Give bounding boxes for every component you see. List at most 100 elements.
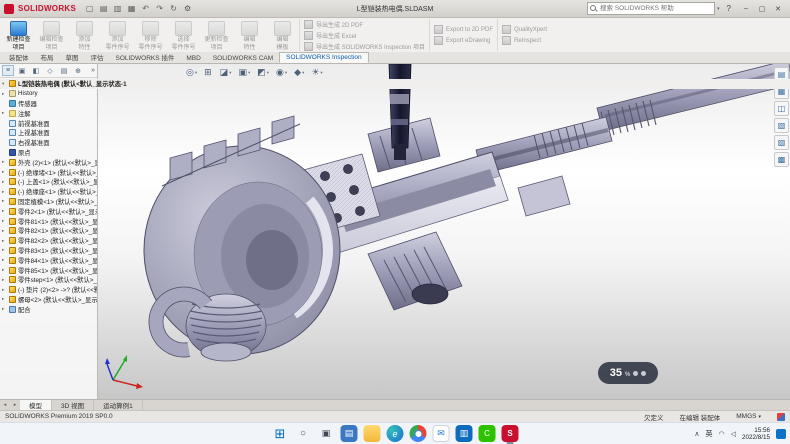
tree-item[interactable]: ▸ 零件2<1> (默认<<默认>_显示状态 [0,206,97,216]
recorder-battery-badge[interactable]: 35 % [598,362,658,384]
view-tool-button[interactable]: ◩ ▾ [257,67,269,78]
taskbar-app-icon[interactable]: C [479,425,496,442]
ribbon-tab[interactable]: SOLIDWORKS 插件 [110,51,181,63]
taskbar-app-icon[interactable] [364,425,381,442]
tree-item[interactable]: ▸ 注解 [0,108,97,118]
tree-item[interactable]: 传感器 [0,99,97,109]
ribbon-button[interactable]: 更新检查 项目 [200,19,233,51]
window-button[interactable]: ▢ [754,2,770,16]
ribbon-button[interactable]: 编辑 特性 [233,19,266,51]
ribbon-button[interactable]: 编辑检查 项目 [35,19,68,51]
quick-tool-icon[interactable]: ⚙ [182,4,193,13]
tree-item[interactable]: ▸ 零件step<1> (默认<<默认>_显 [0,275,97,285]
3d-viewport[interactable] [0,64,790,399]
quick-tool-icon[interactable]: ▤ [98,4,109,13]
tree-expand-chevron[interactable]: ▸ [2,169,7,175]
ribbon-tab[interactable]: 装配体 [3,51,35,63]
panel-tab[interactable]: ▣ [16,65,28,76]
view-tool-button[interactable]: ⊞ [204,67,213,78]
status-icon[interactable] [777,413,785,421]
ribbon-menu-item[interactable]: 导出生成 SOLIDWORKS Inspection 项目 [304,42,425,51]
document-tab[interactable]: 3D 视图 [52,400,94,410]
view-tool-button[interactable]: ◆ ▾ [294,67,304,78]
tree-expand-chevron[interactable]: ▸ [2,277,7,283]
ribbon-tab[interactable]: SOLIDWORKS CAM [207,54,279,63]
tree-item[interactable]: ▸ (-) 上盖<1> (默认<<默认>_显示状 [0,177,97,187]
ribbon-button[interactable]: 新建检查 项目 [2,19,35,51]
ribbon-tab[interactable]: 草图 [60,51,85,63]
tree-item[interactable]: ▸ 零件82<1> (默认<<默认>_显 [0,226,97,236]
view-tool-button[interactable]: ◎ ▾ [186,67,197,78]
ribbon-menu-item[interactable]: ReInspect [502,36,547,45]
search-caret-icon[interactable]: ▾ [717,6,720,12]
tree-expand-chevron[interactable]: ▸ [2,296,7,302]
ribbon-tab[interactable]: 评估 [85,51,110,63]
tree-item[interactable]: ▸ 零件82<2> (默认<<默认>_显 [0,236,97,246]
ribbon-menu-item[interactable]: 导出生成 2D PDF [304,20,425,29]
taskbar-app-icon[interactable]: ○ [295,425,312,442]
tree-item[interactable]: ▸ 零件83<1> (默认<<默认>_显 [0,246,97,256]
tree-item[interactable]: ▸ 零件84<1> (默认<<默认>_显 [0,255,97,265]
ribbon-menu-item[interactable]: QualityXpert [502,25,547,34]
ribbon-button[interactable]: 移除 零件序号 [134,19,167,51]
tree-expand-chevron[interactable]: ▸ [2,91,7,97]
taskbar-app-icon[interactable]: ⊞ [272,425,289,442]
view-tool-button[interactable]: ◪ ▾ [220,67,232,78]
taskbar-app-icon[interactable]: ▥ [456,425,473,442]
clock[interactable]: 15:56 2022/8/15 [742,427,770,442]
view-tool-button[interactable]: ▣ ▾ [238,67,250,78]
tree-item[interactable]: ▸ 零件85<1> (默认<<默认>_显 [0,265,97,275]
tree-expand-chevron[interactable]: ▸ [2,159,7,165]
tree-item[interactable]: 原点 [0,148,97,158]
tree-item[interactable]: ▸ 外壳 (2)<1> (默认<<默认>_显示状 [0,157,97,167]
tree-expand-chevron[interactable]: ▾ [2,81,7,87]
volume-icon[interactable]: ◁ [731,430,736,438]
tree-expand-chevron[interactable]: ▸ [2,189,7,195]
window-button[interactable]: ✕ [770,2,786,16]
tree-expand-chevron[interactable]: ▸ [2,287,7,293]
tree-expand-chevron[interactable]: ▸ [2,228,7,234]
quick-tool-icon[interactable]: ↻ [168,4,179,13]
tree-item[interactable]: 前视基准面 [0,118,97,128]
network-icon[interactable]: ◠ [718,430,724,438]
unit-system-selector[interactable]: MMGS ▾ [736,413,761,420]
ribbon-button[interactable]: 添加 零件序号 [101,19,134,51]
panel-tab[interactable]: ⊕ [72,65,84,76]
quick-tool-icon[interactable]: ↷ [154,4,165,13]
view-tool-button[interactable]: ◉ ▾ [276,67,287,78]
panel-tab[interactable]: ◧ [30,65,42,76]
view-tool-button[interactable]: ☀ ▾ [311,67,322,78]
ribbon-tab[interactable]: SOLIDWORKS Inspection [279,52,369,63]
window-button[interactable]: – [738,2,754,16]
tree-item[interactable]: ▸ (-) 绝缘堵<1> (默认<<默认>_显示 [0,167,97,177]
panel-tab[interactable]: ▤ [58,65,70,76]
quick-tool-icon[interactable]: ▥ [112,4,123,13]
quick-tool-icon[interactable]: ▢ [84,4,95,13]
tray-chevron-icon[interactable]: ∧ [694,430,699,438]
search-input[interactable] [587,2,715,15]
tree-expand-chevron[interactable]: ▸ [2,267,7,273]
tree-item[interactable]: ▸ 配合 [0,304,97,314]
tree-item[interactable]: 上视基准面 [0,128,97,138]
ribbon-button[interactable]: 选择 零件序号 [167,19,200,51]
ribbon-menu-item[interactable]: 导出生成 Excel [304,31,425,40]
notification-icon[interactable] [776,429,786,439]
tree-item[interactable]: ▸ 零件81<1> (默认<<默认>_显示 [0,216,97,226]
help-button[interactable]: ? [724,4,734,13]
taskbar-app-icon[interactable]: e [387,425,404,442]
ribbon-menu-item[interactable]: Export eDrawing [434,36,493,45]
ribbon-menu-item[interactable]: Export to 2D PDF [434,25,493,34]
input-language-indicator[interactable]: 英 [705,429,712,439]
tree-expand-chevron[interactable]: ▸ [2,208,7,214]
panel-flyout-icon[interactable]: » [91,67,95,74]
tree-expand-chevron[interactable]: ▸ [2,238,7,244]
side-tool-button[interactable]: ▩ [774,152,789,167]
quick-tool-icon[interactable]: ↶ [140,4,151,13]
side-tool-button[interactable]: ◫ [774,101,789,116]
side-tool-button[interactable]: ▨ [774,135,789,150]
tree-expand-chevron[interactable]: ▸ [2,247,7,253]
document-tab[interactable]: 运动算例1 [94,400,143,410]
document-tab[interactable]: 模型 [20,400,52,410]
side-tool-button[interactable]: ▧ [774,118,789,133]
ribbon-tab[interactable]: 布局 [35,51,60,63]
